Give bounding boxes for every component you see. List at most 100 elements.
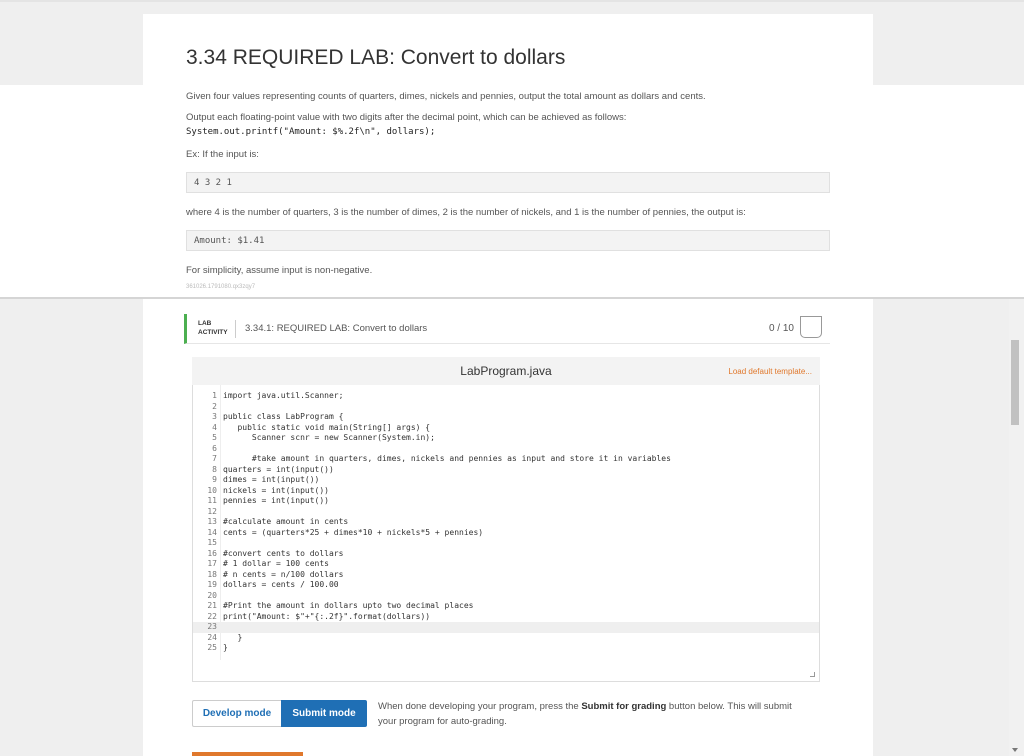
mode-note-bold: Submit for grading <box>581 701 667 712</box>
line-number: 23 <box>207 622 217 631</box>
code-line[interactable]: 17 # 1 dollar = 100 cents <box>193 559 819 570</box>
code-line[interactable]: 18 # n cents = n/100 dollars <box>193 570 819 581</box>
code-line[interactable]: 20 <box>193 591 819 602</box>
example-label: Ex: If the input is: <box>186 149 259 160</box>
line-number: 12 <box>207 506 217 516</box>
activity-type-line2: ACTIVITY <box>198 329 228 336</box>
problem-intro: Given four values representing counts of… <box>186 91 706 102</box>
line-number: 6 <box>212 443 217 453</box>
line-text[interactable]: #calculate amount in cents <box>223 517 348 526</box>
line-number: 4 <box>212 422 217 432</box>
line-text[interactable]: cents = (quarters*25 + dimes*10 + nickel… <box>223 528 483 537</box>
output-note: Output each floating-point value with tw… <box>186 112 627 123</box>
line-text[interactable]: import java.util.Scanner; <box>223 391 343 400</box>
line-number: 3 <box>212 412 217 421</box>
line-number: 24 <box>207 632 217 642</box>
example-input-box: 4 3 2 1 <box>186 172 830 193</box>
scrollbar-thumb[interactable] <box>1011 340 1019 425</box>
line-number: 8 <box>212 464 217 474</box>
code-lines[interactable]: 1 import java.util.Scanner; 2 3 public class… <box>193 391 819 654</box>
line-text[interactable]: #take amount in quarters, dimes, nickels… <box>223 454 671 463</box>
line-text[interactable]: print("Amount: $"+"{:.2f}".format(dollar… <box>223 612 430 621</box>
line-number: 21 <box>207 601 217 610</box>
code-line[interactable]: 2 <box>193 402 819 413</box>
line-number: 2 <box>212 401 217 411</box>
line-number: 17 <box>207 559 217 568</box>
line-text[interactable]: } <box>223 633 242 642</box>
line-number: 13 <box>207 517 217 526</box>
code-line[interactable]: 16 #convert cents to dollars <box>193 549 819 560</box>
line-number: 15 <box>207 538 217 547</box>
line-number: 22 <box>207 611 217 621</box>
line-number: 9 <box>212 475 217 484</box>
line-text[interactable]: #convert cents to dollars <box>223 549 343 558</box>
code-line[interactable]: 24 } <box>193 633 819 644</box>
line-number: 1 <box>212 391 217 400</box>
code-line[interactable]: 22 print("Amount: $"+"{:.2f}".format(doll… <box>193 612 819 623</box>
code-line[interactable]: 8 quarters = int(input()) <box>193 465 819 476</box>
line-text[interactable]: dimes = int(input()) <box>223 475 319 484</box>
top-border <box>0 0 1024 2</box>
resize-handle-icon[interactable] <box>810 672 815 677</box>
code-line[interactable]: 14 cents = (quarters*25 + dimes*10 + nick… <box>193 528 819 539</box>
activity-type: LAB ACTIVITY <box>198 319 228 337</box>
line-text[interactable]: public class LabProgram { <box>223 412 343 421</box>
code-line[interactable]: 21 #Print the amount in dollars upto two … <box>193 601 819 612</box>
submit-for-grading-button[interactable] <box>192 752 303 756</box>
activity-type-line1: LAB <box>198 320 212 327</box>
activity-title: 3.34.1: REQUIRED LAB: Convert to dollars <box>245 323 428 334</box>
code-line[interactable]: 4 public static void main(String[] args)… <box>193 423 819 434</box>
line-number: 16 <box>207 548 217 558</box>
line-text[interactable]: quarters = int(input()) <box>223 465 334 474</box>
line-number: 7 <box>212 454 217 463</box>
line-text[interactable]: # 1 dollar = 100 cents <box>223 559 329 568</box>
code-line[interactable]: 9 dimes = int(input()) <box>193 475 819 486</box>
activity-header: LAB ACTIVITY 3.34.1: REQUIRED LAB: Conve… <box>184 314 830 344</box>
submit-mode-button[interactable]: Submit mode <box>281 700 367 727</box>
line-text[interactable]: dollars = cents / 100.00 <box>223 580 339 589</box>
line-number: 18 <box>207 569 217 579</box>
code-line[interactable]: 25} <box>193 643 819 654</box>
line-text[interactable]: # n cents = n/100 dollars <box>223 570 343 579</box>
line-text[interactable]: #Print the amount in dollars upto two de… <box>223 601 473 610</box>
line-number: 5 <box>212 433 217 442</box>
code-line[interactable]: 1 import java.util.Scanner; <box>193 391 819 402</box>
develop-mode-button[interactable]: Develop mode <box>192 700 281 727</box>
score-text: 0 / 10 <box>768 323 794 334</box>
line-number: 11 <box>207 496 217 505</box>
code-line[interactable]: 10 nickels = int(input()) <box>193 486 819 497</box>
line-text[interactable]: } <box>223 643 228 652</box>
mode-toggle: Develop mode Submit mode <box>192 700 367 727</box>
load-default-template-link[interactable]: Load default template... <box>728 367 812 376</box>
code-line[interactable]: 7 #take amount in quarters, dimes, nicke… <box>193 454 819 465</box>
line-number: 19 <box>207 580 217 589</box>
header-separator <box>235 320 236 338</box>
line-text[interactable]: nickels = int(input()) <box>223 486 329 495</box>
code-editor[interactable]: 1 import java.util.Scanner; 2 3 public class… <box>192 385 820 682</box>
page-title: 3.34 REQUIRED LAB: Convert to dollars <box>186 46 566 69</box>
code-line[interactable]: 3 public class LabProgram { <box>193 412 819 423</box>
code-line[interactable]: 5 Scanner scnr = new Scanner(System.in); <box>193 433 819 444</box>
example-output-box: Amount: $1.41 <box>186 230 830 251</box>
mode-note-before: When done developing your program, press… <box>378 701 582 712</box>
line-text[interactable]: public static void main(String[] args) { <box>223 423 430 432</box>
line-number: 10 <box>207 485 217 495</box>
scroll-down-arrow-icon[interactable] <box>1012 748 1018 752</box>
file-name: LabProgram.java <box>460 364 552 378</box>
code-line[interactable]: 19 dollars = cents / 100.00 <box>193 580 819 591</box>
where-text: where 4 is the number of quarters, 3 is … <box>186 207 746 218</box>
code-line[interactable]: 11 pennies = int(input()) <box>193 496 819 507</box>
line-text[interactable]: pennies = int(input()) <box>223 496 329 505</box>
code-line[interactable]: 6 <box>193 444 819 455</box>
line-number: 14 <box>207 527 217 537</box>
line-text[interactable]: Scanner scnr = new Scanner(System.in); <box>223 433 435 442</box>
problem-id: 361026.1791080.qx3zqy7 <box>186 284 256 290</box>
code-line[interactable]: 15 <box>193 538 819 549</box>
editor-toolbar: LabProgram.java Load default template... <box>192 357 820 385</box>
code-line[interactable]: 13 #calculate amount in cents <box>193 517 819 528</box>
line-number: 25 <box>207 643 217 652</box>
code-line[interactable]: 23 <box>193 622 819 633</box>
printf-code: System.out.printf("Amount: $%.2f\n", dol… <box>186 127 436 137</box>
code-line[interactable]: 12 <box>193 507 819 518</box>
simplicity-note: For simplicity, assume input is non-nega… <box>186 265 373 276</box>
